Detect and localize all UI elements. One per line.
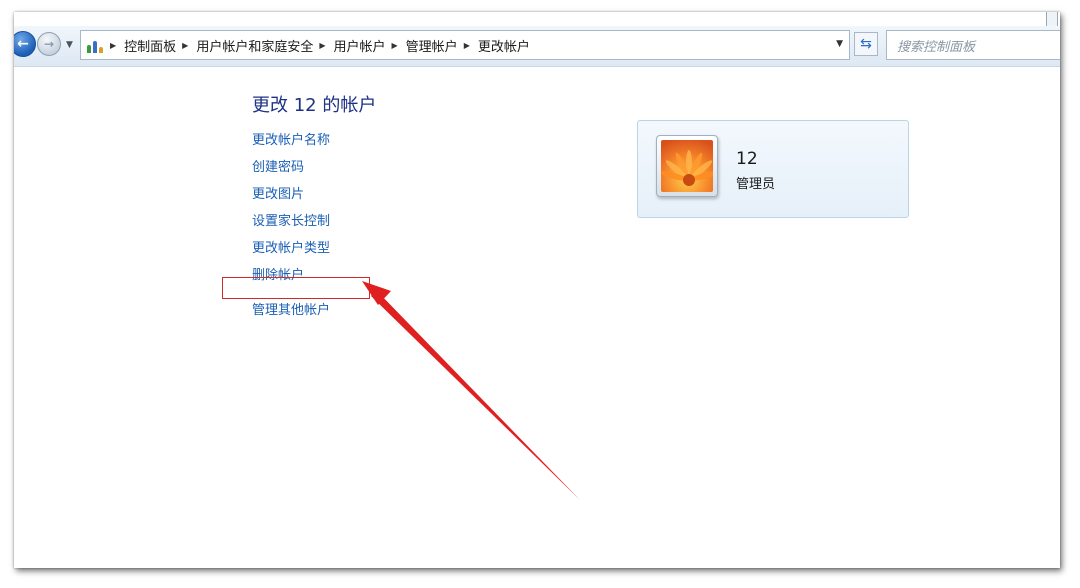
breadcrumb-user-accounts[interactable]: 用户帐户 bbox=[334, 36, 386, 55]
breadcrumb-chevron-icon[interactable]: ▶ bbox=[319, 41, 325, 50]
breadcrumb-control-panel[interactable]: 控制面板 bbox=[124, 36, 176, 55]
refresh-icon[interactable]: ⇆ bbox=[854, 32, 878, 56]
window-corner-button[interactable] bbox=[1046, 12, 1058, 27]
breadcrumb-chevron-icon[interactable]: ▶ bbox=[392, 41, 398, 50]
link-set-parental-controls[interactable]: 设置家长控制 bbox=[252, 210, 330, 229]
control-panel-icon bbox=[86, 37, 104, 53]
breadcrumb-manage-accounts[interactable]: 管理帐户 bbox=[406, 36, 458, 55]
search-input[interactable]: 搜索控制面板 bbox=[886, 30, 1060, 60]
link-create-password[interactable]: 创建密码 bbox=[252, 156, 304, 175]
avatar bbox=[656, 135, 718, 197]
page-title: 更改 12 的帐户 bbox=[252, 95, 377, 116]
main-content: 更改 12 的帐户 更改帐户名称 创建密码 更改图片 设置家长控制 更改帐户类型… bbox=[14, 67, 1060, 568]
back-arrow-icon[interactable]: ← bbox=[14, 31, 36, 57]
breadcrumb-user-accounts-family-safety[interactable]: 用户帐户和家庭安全 bbox=[196, 36, 313, 55]
link-change-picture[interactable]: 更改图片 bbox=[252, 183, 304, 202]
address-bar[interactable]: ▶ 控制面板 ▶ 用户帐户和家庭安全 ▶ 用户帐户 ▶ 管理帐户 ▶ 更改帐户 … bbox=[80, 30, 850, 60]
explorer-window: ← → ▼ ▶ 控制面板 ▶ 用户帐户和家庭安全 ▶ 用户帐户 ▶ 管理帐户 ▶… bbox=[14, 12, 1060, 568]
navigation-bar: ← → ▼ ▶ 控制面板 ▶ 用户帐户和家庭安全 ▶ 用户帐户 ▶ 管理帐户 ▶… bbox=[14, 26, 1060, 67]
account-name: 12 bbox=[736, 149, 758, 169]
breadcrumb-chevron-icon[interactable]: ▶ bbox=[464, 41, 470, 50]
address-dropdown-icon[interactable]: ▼ bbox=[836, 39, 843, 49]
forward-arrow-icon[interactable]: → bbox=[37, 32, 61, 56]
breadcrumb-chevron-icon[interactable]: ▶ bbox=[110, 41, 116, 50]
breadcrumb-change-account[interactable]: 更改帐户 bbox=[478, 36, 530, 55]
highlight-box bbox=[222, 277, 370, 299]
flower-avatar-icon bbox=[661, 140, 713, 192]
link-change-account-name[interactable]: 更改帐户名称 bbox=[252, 129, 330, 148]
link-change-account-type[interactable]: 更改帐户类型 bbox=[252, 237, 330, 256]
account-role: 管理员 bbox=[736, 177, 776, 192]
breadcrumb-chevron-icon[interactable]: ▶ bbox=[182, 41, 188, 50]
recent-pages-dropdown-icon[interactable]: ▼ bbox=[66, 40, 73, 50]
link-manage-other-accounts[interactable]: 管理其他帐户 bbox=[252, 299, 330, 318]
account-tile: 12 管理员 bbox=[637, 120, 909, 218]
